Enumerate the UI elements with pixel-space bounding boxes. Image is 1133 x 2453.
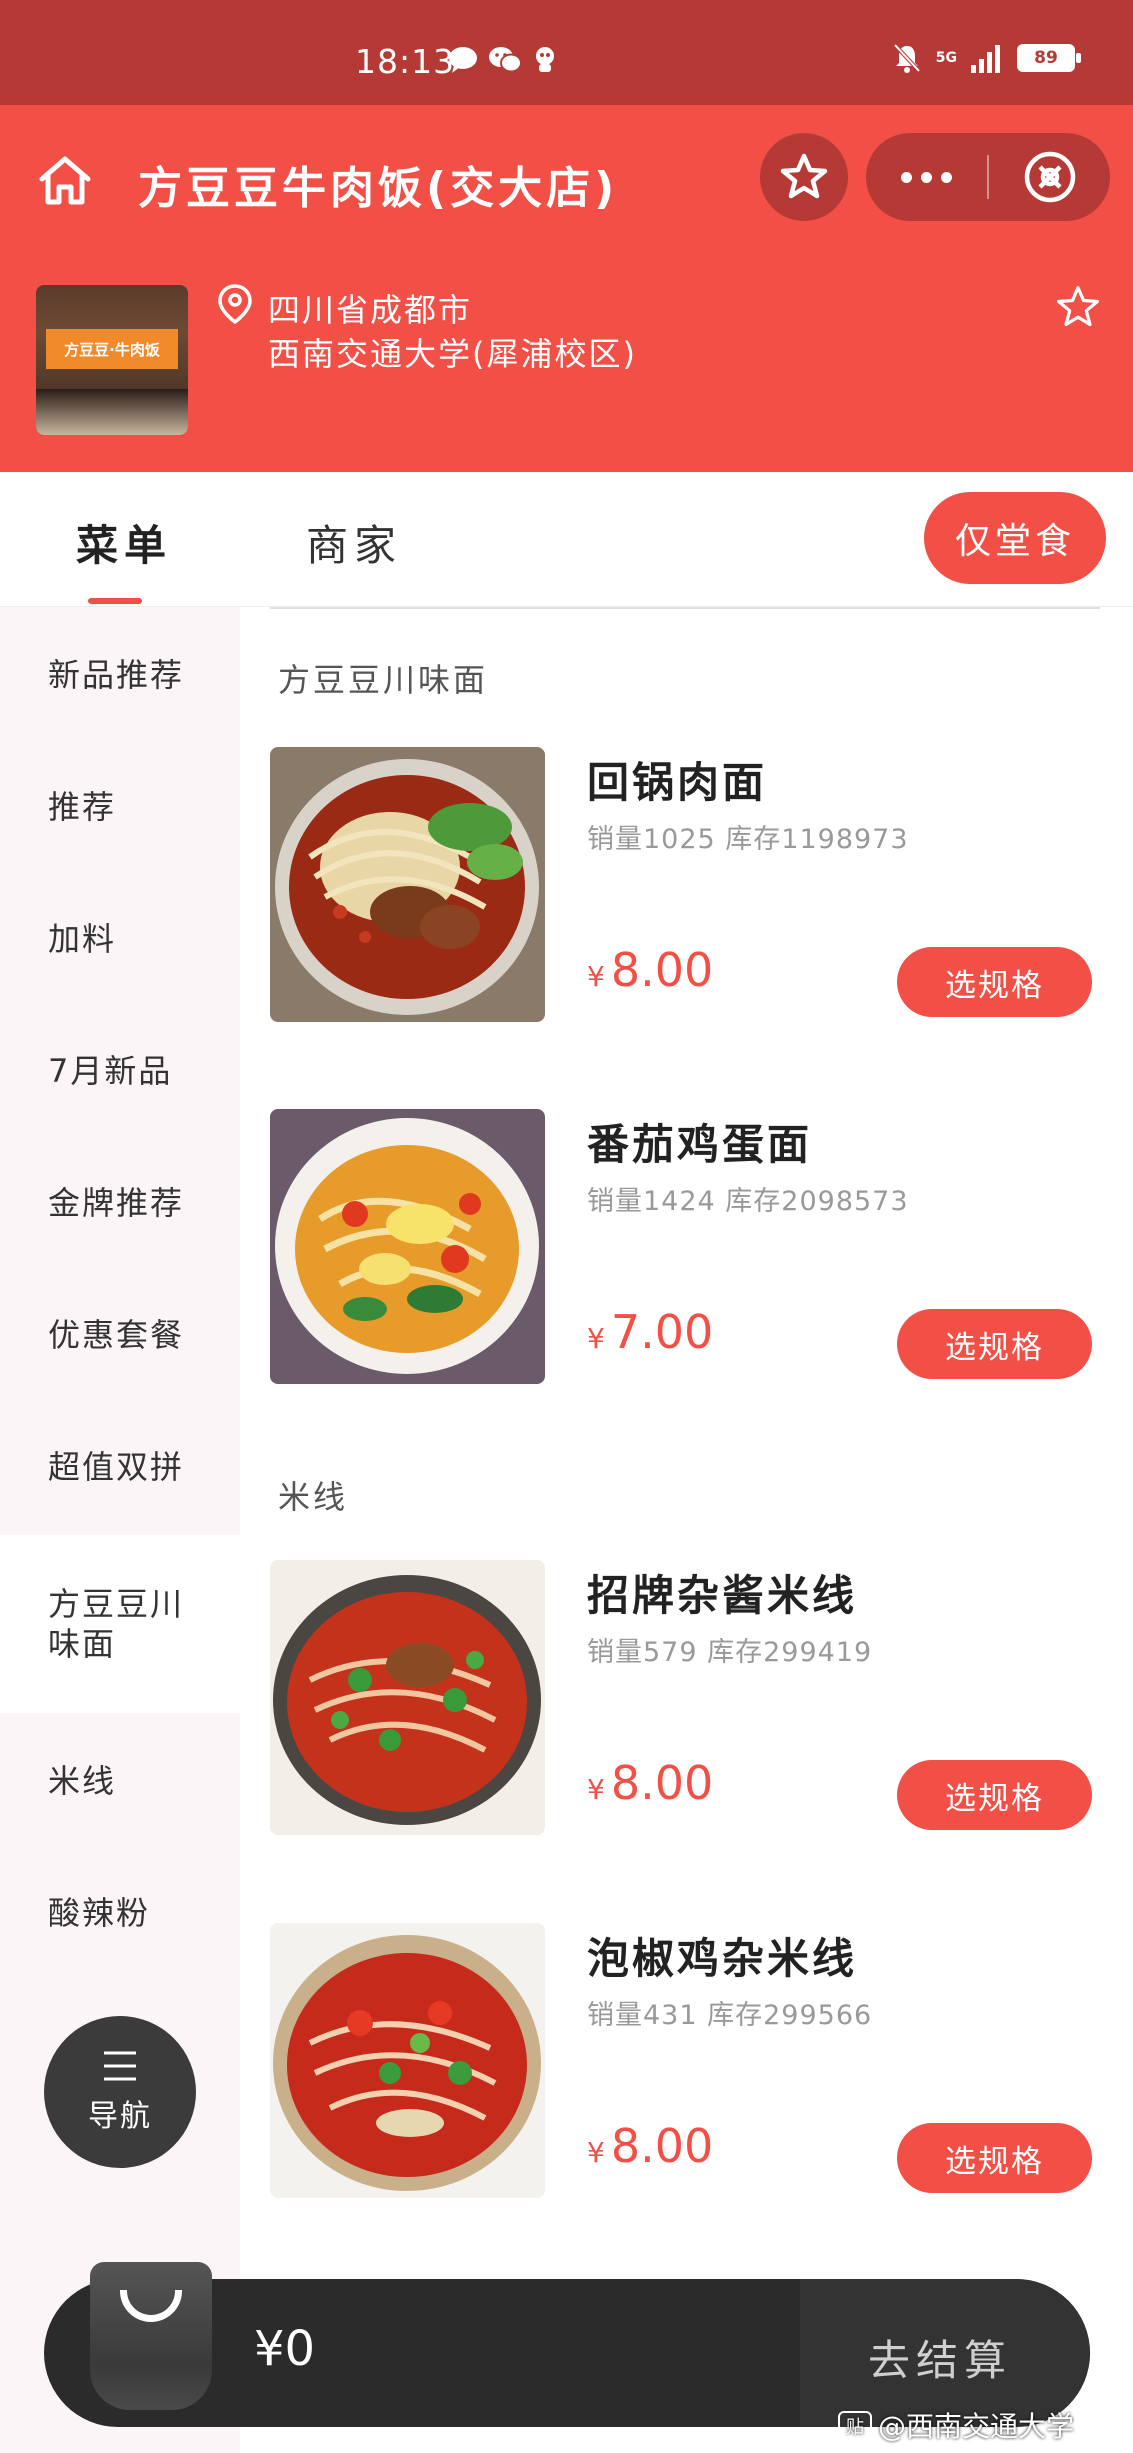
dish-card[interactable]: 招牌杂酱米线 销量579 库存299419 ¥8.00 选规格 <box>270 1560 1120 1835</box>
star-icon <box>780 153 828 199</box>
checkout-label: 去结算 <box>867 2336 1012 2385</box>
wechat-icon <box>489 47 522 73</box>
home-icon <box>39 156 91 205</box>
system-status: 5G 89 <box>892 42 1081 74</box>
sidebar-item-addons[interactable]: 加料 <box>0 871 240 1003</box>
battery-level: 89 <box>1017 44 1081 72</box>
select-spec-button[interactable]: 选规格 <box>897 947 1092 1017</box>
select-spec-button[interactable]: 选规格 <box>897 1760 1092 1830</box>
address-line-1: 四川省成都市 <box>268 291 473 329</box>
floating-nav-button[interactable]: 导航 <box>44 2016 196 2168</box>
tab-menu[interactable]: 菜单 <box>76 512 172 573</box>
location-pin-icon <box>218 284 252 325</box>
mute-bell-icon <box>893 43 921 73</box>
store-header: 方豆豆牛肉饭(交大店) 方豆豆·牛肉饭 四川省成都市 西南交通大学(犀浦校区) <box>0 105 1133 472</box>
status-bar: 18:13 5G 89 <box>0 0 1133 105</box>
network-type: 5G <box>935 49 957 66</box>
dish-name: 番茄鸡蛋面 <box>587 1120 813 1169</box>
watermark-badge: 贴 <box>838 2411 872 2445</box>
sidebar-item-new[interactable]: 新品推荐 <box>0 607 240 739</box>
page: 18:13 5G 89 方豆豆牛肉饭(交大店) 方豆豆·牛肉饭 四川省成都市 西… <box>0 0 1133 2453</box>
dish-stats: 销量431 库存299566 <box>587 2000 873 2031</box>
dish-card[interactable]: 泡椒鸡杂米线 销量431 库存299566 ¥8.00 选规格 <box>270 1923 1120 2198</box>
dish-card[interactable]: 回锅肉面 销量1025 库存1198973 ¥8.00 选规格 <box>270 747 1120 1022</box>
home-button[interactable] <box>34 149 96 211</box>
sidebar-item-combo[interactable]: 优惠套餐 <box>0 1267 240 1399</box>
store-sign: 方豆豆·牛肉饭 <box>46 329 178 369</box>
select-spec-button[interactable]: 选规格 <box>897 2123 1092 2193</box>
address-line-2: 西南交通大学(犀浦校区) <box>268 335 637 373</box>
chat-bubble-icon <box>449 47 477 73</box>
sidebar-item-sichuan-noodles[interactable]: 方豆豆川 味面 <box>0 1535 240 1713</box>
dish-image <box>270 1109 545 1384</box>
app-notification-icon <box>536 47 554 72</box>
dish-price: ¥8.00 <box>587 2119 714 2173</box>
section-title: 米线 <box>278 1478 349 1516</box>
sidebar-item-rice-noodles[interactable]: 米线 <box>0 1713 240 1845</box>
tab-bar: 菜单 商家 仅堂食 <box>0 472 1133 607</box>
dish-stats: 销量1025 库存1198973 <box>587 824 909 855</box>
dish-name: 泡椒鸡杂米线 <box>587 1934 858 1983</box>
dish-stats: 销量1424 库存2098573 <box>587 1186 909 1217</box>
cart-total: ¥0 <box>254 2321 316 2377</box>
dish-list: 方豆豆川味面 回锅肉面 销量1025 库存1198973 ¥ 8.00 选规格 … <box>240 607 1133 2453</box>
section-title: 方豆豆川味面 <box>278 661 489 699</box>
watermark: 贴 @西南交通大学 <box>838 2405 1074 2445</box>
dish-name: 招牌杂酱米线 <box>587 1571 858 1620</box>
store-photo[interactable]: 方豆豆·牛肉饭 <box>36 285 188 435</box>
select-spec-button[interactable]: 选规格 <box>897 1309 1092 1379</box>
sidebar-item-recommend[interactable]: 推荐 <box>0 739 240 871</box>
dish-card[interactable]: 番茄鸡蛋面 销量1424 库存2098573 ¥7.00 选规格 <box>270 1109 1120 1384</box>
cart-bag-icon[interactable] <box>90 2262 212 2410</box>
dish-image <box>270 1560 545 1835</box>
floating-nav-label: 导航 <box>88 2099 152 2134</box>
status-time: 18:13 <box>355 42 456 81</box>
store-title: 方豆豆牛肉饭(交大店) <box>138 163 619 214</box>
dish-price: ¥8.00 <box>587 943 714 997</box>
favorite-button[interactable] <box>760 133 848 221</box>
close-circle-icon <box>1024 151 1075 203</box>
tab-active-indicator <box>88 598 142 604</box>
sidebar-item-gold[interactable]: 金牌推荐 <box>0 1135 240 1267</box>
close-button[interactable] <box>989 133 1110 221</box>
category-sidebar: 新品推荐 推荐 加料 7月新品 金牌推荐 优惠套餐 超值双拼 方豆豆川 味面 米… <box>0 607 240 2453</box>
notification-icons <box>448 46 558 74</box>
dish-image <box>270 747 545 1022</box>
sidebar-item-july-new[interactable]: 7月新品 <box>0 1003 240 1135</box>
sidebar-item-hot-sour[interactable]: 酸辣粉 <box>0 1845 240 1977</box>
tab-merchant[interactable]: 商家 <box>306 512 402 573</box>
dish-price: ¥7.00 <box>587 1305 714 1359</box>
signal-icon <box>971 45 1000 73</box>
dine-in-only-button[interactable]: 仅堂食 <box>924 492 1106 584</box>
dish-stats: 销量579 库存299419 <box>587 1637 873 1668</box>
dish-image <box>270 1923 545 2198</box>
sidebar-item-double[interactable]: 超值双拼 <box>0 1399 240 1531</box>
more-button[interactable] <box>866 133 987 221</box>
scroll-edge <box>270 607 1100 609</box>
mini-program-capsule <box>866 133 1110 221</box>
store-favorite-star-icon[interactable] <box>1054 283 1102 331</box>
dish-name: 回锅肉面 <box>587 758 768 807</box>
menu-lines-icon <box>104 2051 136 2081</box>
dish-price: ¥8.00 <box>587 1756 714 1810</box>
